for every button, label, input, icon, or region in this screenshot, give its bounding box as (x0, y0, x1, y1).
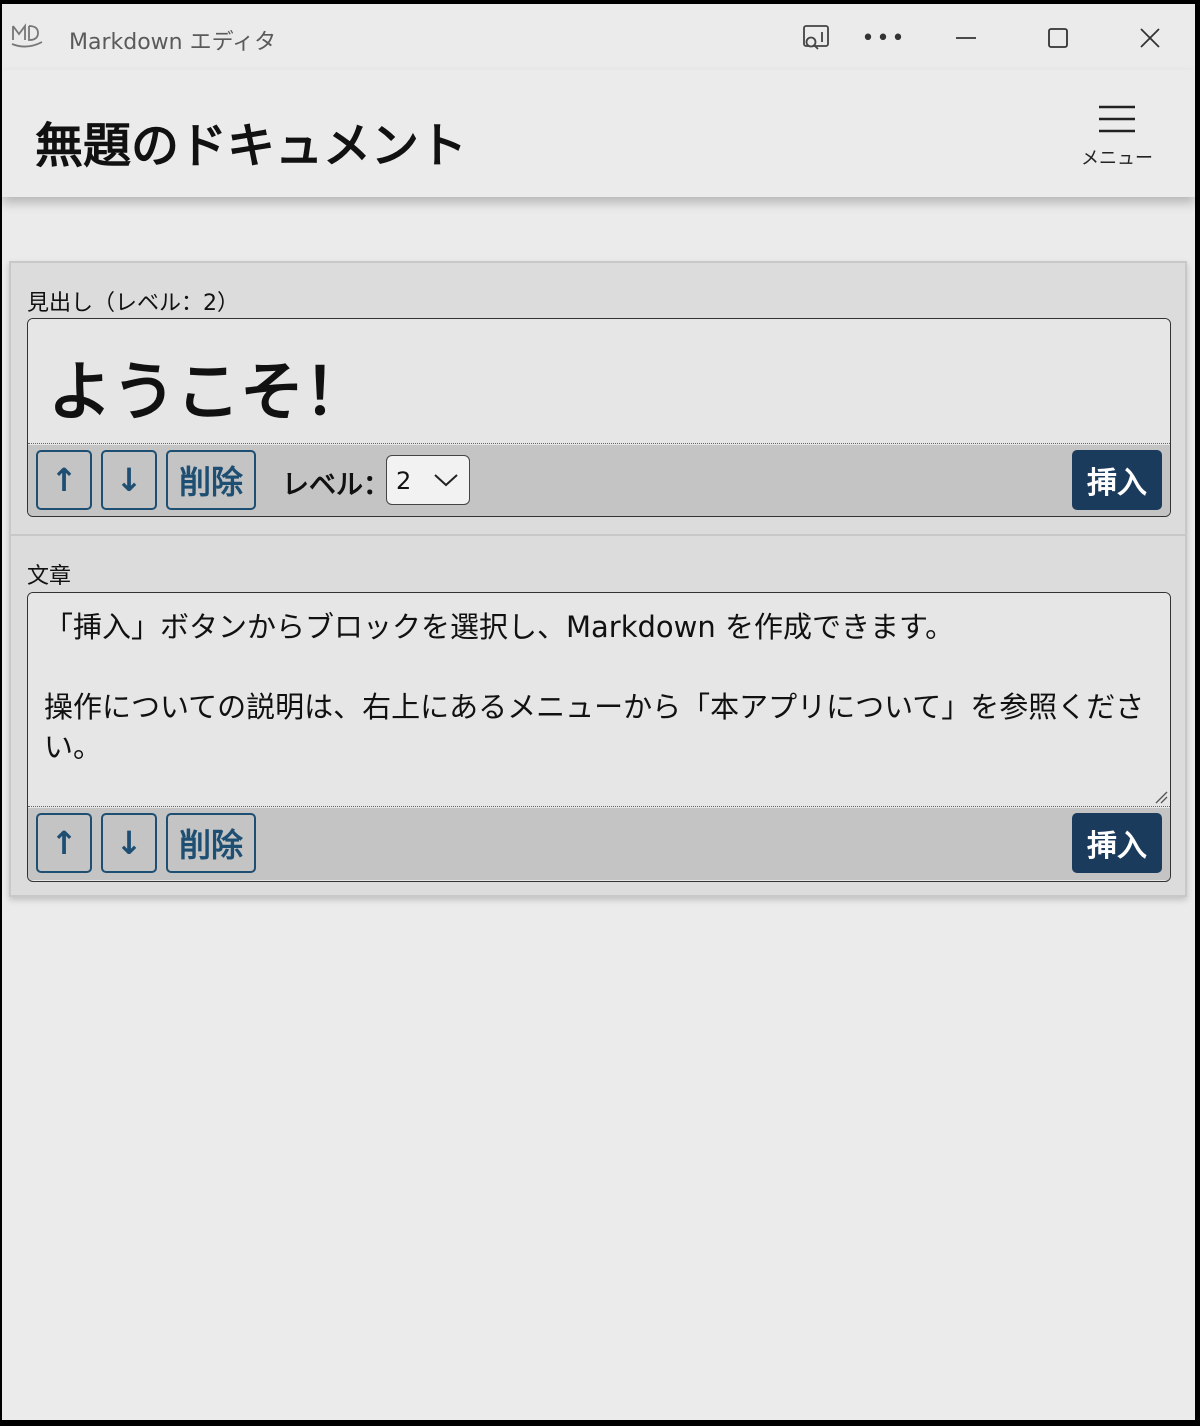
app-window: Markdown エディタ ••• 無題のドキュメント メニュー 見出し（レベル… (2, 4, 1195, 1420)
level-label: レベル： (282, 470, 390, 501)
block-editor: 「挿入」ボタンからブロックを選択し、Markdown を作成できます。 操作につ… (27, 592, 1171, 882)
block-toolbar: ↑ ↓ 削除 レベル： 2 挿入 (28, 445, 1170, 516)
level-select[interactable]: 2 (386, 455, 470, 505)
block-list: 見出し（レベル：2） ようこそ！ ↑ ↓ 削除 レベル： 2 挿入 文章 「挿入… (9, 261, 1187, 897)
close-button[interactable] (1128, 16, 1172, 60)
more-options-button[interactable]: ••• (862, 16, 906, 60)
maximize-icon (1048, 28, 1068, 48)
paragraph-text: 「挿入」ボタンからブロックを選択し、Markdown を作成できます。 操作につ… (44, 610, 1145, 764)
level-value: 2 (396, 467, 412, 495)
cast-icon (803, 25, 829, 50)
move-down-button[interactable]: ↓ (101, 450, 157, 510)
move-down-button[interactable]: ↓ (101, 813, 157, 873)
insert-button[interactable]: 挿入 (1072, 450, 1162, 510)
hamburger-menu-icon (1099, 105, 1135, 133)
heading-text: ようこそ！ (48, 356, 368, 430)
block-label: 文章 (27, 564, 72, 589)
paragraph-textarea[interactable]: 「挿入」ボタンからブロックを選択し、Markdown を作成できます。 操作につ… (28, 593, 1170, 807)
more-icon: ••• (861, 25, 907, 51)
insert-button[interactable]: 挿入 (1072, 813, 1162, 873)
close-icon (1140, 28, 1160, 48)
block-label: 見出し（レベル：2） (27, 291, 239, 316)
delete-button[interactable]: 削除 (166, 813, 256, 873)
title-bar[interactable]: Markdown エディタ ••• (2, 4, 1195, 70)
heading-input[interactable]: ようこそ！ (28, 319, 1170, 444)
app-header: 無題のドキュメント メニュー (2, 70, 1195, 197)
cast-button[interactable] (794, 16, 838, 60)
menu-button[interactable]: メニュー (1074, 98, 1160, 174)
chevron-down-icon (434, 474, 458, 487)
document-title[interactable]: 無題のドキュメント (35, 106, 467, 176)
minimize-icon (956, 37, 976, 39)
paragraph-block: 文章 「挿入」ボタンからブロックを選択し、Markdown を作成できます。 操… (11, 538, 1185, 895)
move-up-button[interactable]: ↑ (36, 450, 92, 510)
heading-block: 見出し（レベル：2） ようこそ！ ↑ ↓ 削除 レベル： 2 挿入 (11, 263, 1185, 536)
block-editor: ようこそ！ ↑ ↓ 削除 レベル： 2 挿入 (27, 318, 1171, 517)
delete-button[interactable]: 削除 (166, 450, 256, 510)
resize-grip-icon[interactable] (1152, 788, 1168, 804)
window-title: Markdown エディタ (69, 30, 277, 55)
block-toolbar: ↑ ↓ 削除 挿入 (28, 808, 1170, 880)
move-up-button[interactable]: ↑ (36, 813, 92, 873)
menu-label: メニュー (1081, 148, 1153, 169)
maximize-button[interactable] (1036, 16, 1080, 60)
markdown-logo-icon (11, 23, 43, 48)
minimize-button[interactable] (944, 16, 988, 60)
